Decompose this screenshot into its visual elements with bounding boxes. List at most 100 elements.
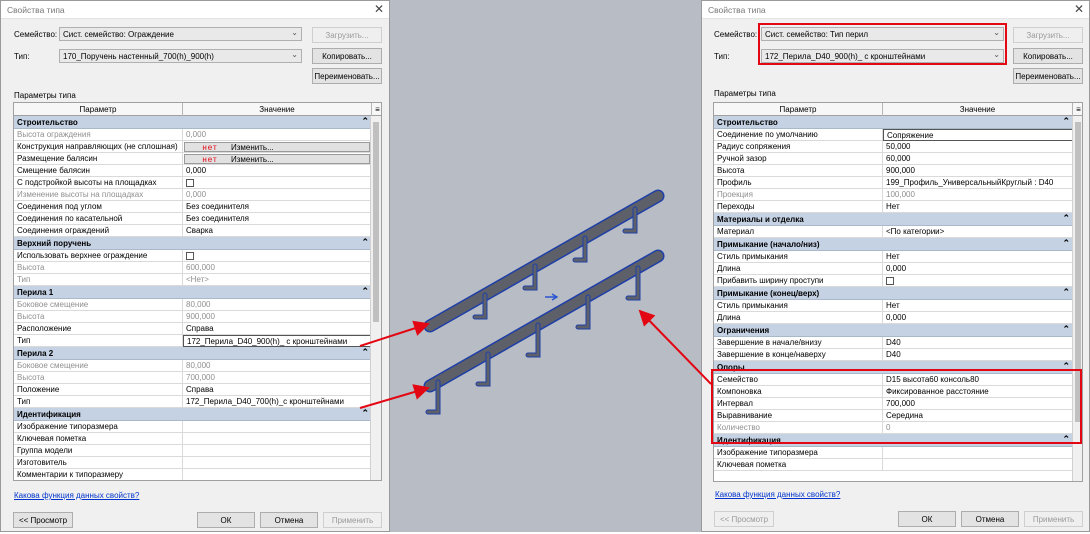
param-value[interactable] xyxy=(183,177,373,189)
param-value[interactable]: D40 xyxy=(883,337,1074,349)
param-value[interactable] xyxy=(183,250,373,262)
param-name: Прибавить ширину проступи xyxy=(714,275,883,287)
table-row: Изменение высоты на площадках 0,000 xyxy=(14,189,373,201)
ok-button[interactable]: ОК xyxy=(197,512,255,528)
param-column-header[interactable]: Параметр xyxy=(14,103,183,116)
column-toggle-icon[interactable]: ≡ xyxy=(1073,103,1082,116)
help-link[interactable]: Какова функция данных свойств? xyxy=(14,491,139,500)
param-value[interactable]: D40 xyxy=(883,349,1074,361)
param-value[interactable] xyxy=(883,275,1074,287)
param-name: Изготовитель xyxy=(14,457,183,469)
family-dropdown[interactable]: Сист. семейство: Ограждение ⌄ xyxy=(59,27,302,41)
checkbox[interactable] xyxy=(886,277,894,285)
load-button[interactable]: Загрузить... xyxy=(312,27,382,43)
param-value: 900,000 xyxy=(186,312,215,321)
collapse-icon[interactable]: ⌃ xyxy=(1062,287,1070,298)
param-value[interactable]: 0,000 xyxy=(183,165,373,177)
group-header[interactable]: Примыкание (начало/низ) ⌃ xyxy=(714,238,1074,251)
checkbox[interactable] xyxy=(186,252,194,260)
table-row: Тип 172_Перила_D40_700(h)_с кронштейнами xyxy=(14,396,373,408)
value-column-header[interactable]: Значение xyxy=(183,103,372,116)
param-value[interactable]: Без соединителя xyxy=(183,201,373,213)
param-value[interactable] xyxy=(183,457,373,469)
scrollbar-thumb[interactable] xyxy=(373,122,379,322)
preview-button[interactable]: << Просмотр xyxy=(13,512,73,528)
param-value[interactable]: Нет xyxy=(883,251,1074,263)
param-value: 600,000 xyxy=(186,263,215,272)
checkbox[interactable] xyxy=(186,179,194,187)
param-value[interactable]: Без соединителя xyxy=(183,213,373,225)
group-header[interactable]: Перила 2 ⌃ xyxy=(14,347,373,360)
param-name: Тип xyxy=(14,274,183,286)
param-value[interactable]: 50,000 xyxy=(883,141,1074,153)
vertical-scrollbar[interactable] xyxy=(370,116,381,480)
3d-view-canvas[interactable] xyxy=(390,0,703,532)
value-column-header[interactable]: Значение xyxy=(883,103,1073,116)
param-value[interactable] xyxy=(183,433,373,445)
load-button[interactable]: Загрузить... xyxy=(1013,27,1083,43)
collapse-icon[interactable]: ⌃ xyxy=(361,286,369,297)
group-header[interactable]: Ограничения ⌃ xyxy=(714,324,1074,337)
param-value[interactable]: Нет xyxy=(883,300,1074,312)
param-name: Тип xyxy=(14,335,183,347)
param-name: Изменение высоты на площадках xyxy=(14,189,183,201)
collapse-icon[interactable]: ⌃ xyxy=(361,408,369,419)
param-value[interactable]: 172_Перила_D40_700(h)_с кронштейнами xyxy=(183,396,373,408)
help-link[interactable]: Какова функция данных свойств? xyxy=(715,490,840,499)
group-header[interactable]: Перила 1 ⌃ xyxy=(14,286,373,299)
group-header[interactable]: Строительство ⌃ xyxy=(714,116,1074,129)
param-value[interactable]: нет Изменить... xyxy=(183,153,373,165)
collapse-icon[interactable]: ⌃ xyxy=(1062,116,1070,127)
param-value[interactable] xyxy=(883,459,1074,471)
edit-button[interactable]: нет Изменить... xyxy=(184,142,370,152)
copy-button[interactable]: Копировать... xyxy=(1013,48,1083,64)
param-value[interactable]: 199_Профиль_УниверсальныйКруглый : D40 xyxy=(883,177,1074,189)
apply-button[interactable]: Применить xyxy=(1024,511,1083,527)
collapse-icon[interactable]: ⌃ xyxy=(1062,213,1070,224)
table-row: Профиль 199_Профиль_УниверсальныйКруглый … xyxy=(714,177,1074,189)
param-value[interactable]: <По категории> xyxy=(883,226,1074,238)
column-toggle-icon[interactable]: ≡ xyxy=(372,103,381,116)
close-icon[interactable]: ✕ xyxy=(1074,2,1084,16)
group-header[interactable]: Идентификация ⌃ xyxy=(14,408,373,421)
close-icon[interactable]: ✕ xyxy=(374,2,384,16)
param-value[interactable]: 172_Перила_D40_900(h)_ с кронштейнами xyxy=(183,335,373,347)
cancel-button[interactable]: Отмена xyxy=(260,512,318,528)
flip-control-icon[interactable] xyxy=(545,293,559,301)
param-value[interactable]: 60,000 xyxy=(883,153,1074,165)
ok-button[interactable]: ОК xyxy=(898,511,956,527)
rename-button[interactable]: Переименовать... xyxy=(312,68,382,84)
param-value[interactable]: Сварка xyxy=(183,225,373,237)
param-value[interactable]: 900,000 xyxy=(883,165,1074,177)
param-value[interactable] xyxy=(183,445,373,457)
rename-button[interactable]: Переименовать... xyxy=(1013,68,1083,84)
param-name: Соединения под углом xyxy=(14,201,183,213)
param-value[interactable]: Сопряжение xyxy=(883,129,1074,141)
copy-button[interactable]: Копировать... xyxy=(312,48,382,64)
param-value[interactable] xyxy=(883,447,1074,459)
param-column-header[interactable]: Параметр xyxy=(714,103,883,116)
collapse-icon[interactable]: ⌃ xyxy=(361,347,369,358)
edit-button[interactable]: нет Изменить... xyxy=(184,154,370,164)
cancel-button[interactable]: Отмена xyxy=(961,511,1019,527)
param-value[interactable]: Справа xyxy=(183,323,373,335)
param-value[interactable]: 0,000 xyxy=(883,263,1074,275)
preview-button[interactable]: << Просмотр xyxy=(714,511,774,527)
collapse-icon[interactable]: ⌃ xyxy=(1062,324,1070,335)
group-header[interactable]: Примыкание (конец/верх) ⌃ xyxy=(714,287,1074,300)
group-header[interactable]: Материалы и отделка ⌃ xyxy=(714,213,1074,226)
param-value[interactable]: нет Изменить... xyxy=(183,141,373,153)
collapse-icon[interactable]: ⌃ xyxy=(361,116,369,127)
supports-group-highlight xyxy=(711,369,1082,444)
param-value[interactable] xyxy=(183,469,373,480)
group-header[interactable]: Верхний поручень ⌃ xyxy=(14,237,373,250)
group-header[interactable]: Строительство ⌃ xyxy=(14,116,373,129)
type-dropdown[interactable]: 170_Поручень настенный_700(h)_900(h) ⌄ xyxy=(59,49,302,63)
param-value[interactable]: Нет xyxy=(883,201,1074,213)
collapse-icon[interactable]: ⌃ xyxy=(1062,238,1070,249)
param-value[interactable]: 0,000 xyxy=(883,312,1074,324)
param-value[interactable] xyxy=(183,421,373,433)
param-value[interactable]: Справа xyxy=(183,384,373,396)
apply-button[interactable]: Применить xyxy=(323,512,382,528)
collapse-icon[interactable]: ⌃ xyxy=(361,237,369,248)
